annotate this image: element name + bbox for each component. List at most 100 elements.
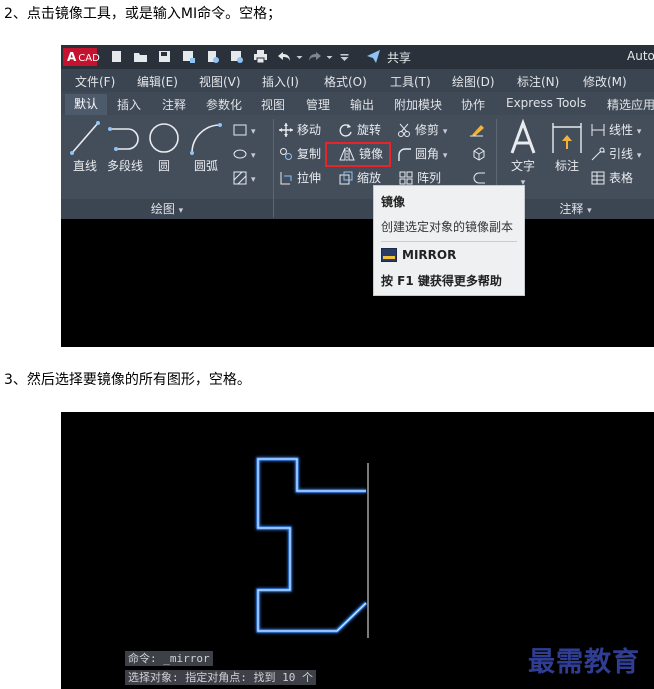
open-folder-icon[interactable] bbox=[133, 49, 148, 64]
rotate-icon bbox=[339, 124, 352, 137]
undo-icon[interactable] bbox=[277, 49, 292, 64]
table-tool[interactable]: 表格 bbox=[591, 169, 633, 187]
polyline-tool-label: 多段线 bbox=[106, 159, 143, 173]
stretch-tool[interactable]: 拉伸 bbox=[279, 169, 321, 187]
fillet-icon bbox=[398, 148, 411, 161]
explode-icon bbox=[473, 147, 485, 161]
tab-parametric[interactable]: 参数化 bbox=[206, 96, 242, 113]
circle-tool-label: 圆 bbox=[157, 159, 170, 173]
tab-addins[interactable]: 附加模块 bbox=[394, 96, 442, 113]
menu-draw[interactable]: 绘图(D) bbox=[452, 73, 495, 90]
watermark-logo: 最需教育 bbox=[528, 640, 652, 678]
quick-access-toolbar: A CAD 共享 Auto bbox=[61, 45, 654, 69]
print-icon[interactable] bbox=[253, 49, 268, 64]
tab-manage[interactable]: 管理 bbox=[306, 96, 330, 113]
tab-featured-apps[interactable]: 精选应用 bbox=[607, 96, 654, 113]
hatch-tool[interactable]: ▾ bbox=[233, 169, 256, 187]
arc-tool-label: 圆弧 bbox=[193, 159, 218, 173]
share-label[interactable]: 共享 bbox=[387, 49, 411, 66]
menu-tools[interactable]: 工具(T) bbox=[390, 73, 431, 90]
circle-icon bbox=[149, 123, 179, 153]
dimension-tool-label: 标注 bbox=[554, 159, 579, 173]
step-1-instruction: 2、点击镜像工具，或是输入MI命令。空格； bbox=[4, 6, 282, 22]
menu-modify[interactable]: 修改(M) bbox=[583, 73, 627, 90]
tab-annotate[interactable]: 注释 bbox=[162, 96, 186, 113]
share-icon[interactable] bbox=[366, 49, 381, 64]
autocad-logo[interactable]: A CAD bbox=[63, 48, 100, 66]
redo-dropdown-icon[interactable] bbox=[322, 49, 333, 64]
erase-icon bbox=[470, 125, 484, 137]
menu-format[interactable]: 格式(O) bbox=[324, 73, 367, 90]
tab-view[interactable]: 视图 bbox=[261, 96, 285, 113]
circle-tool[interactable]: 圆 bbox=[147, 119, 181, 174]
draw-panel-expand-icon[interactable]: ▾ bbox=[179, 206, 184, 216]
table-icon bbox=[591, 171, 605, 185]
watermark-text: 最需教育 bbox=[528, 647, 640, 678]
dimension-tool[interactable]: 标注 bbox=[547, 119, 587, 174]
tab-output[interactable]: 输出 bbox=[350, 96, 374, 113]
rectangle-tool[interactable]: ▾ bbox=[233, 121, 256, 139]
polyline-tool[interactable]: 多段线 bbox=[105, 119, 145, 174]
ellipse-dropdown-icon[interactable]: ▾ bbox=[251, 151, 256, 161]
trim-tool[interactable]: 修剪 ▾ bbox=[397, 121, 447, 139]
tooltip-divider bbox=[381, 241, 517, 242]
tab-home[interactable]: 默认 bbox=[65, 94, 107, 115]
rotate-label: 旋转 bbox=[357, 123, 382, 137]
menu-insert[interactable]: 插入(I) bbox=[262, 73, 299, 90]
menu-view[interactable]: 视图(V) bbox=[199, 73, 241, 90]
linear-tool[interactable]: 线性 ▾ bbox=[591, 121, 641, 139]
fillet-dropdown-icon[interactable]: ▾ bbox=[443, 151, 448, 161]
save-as-icon[interactable] bbox=[181, 49, 196, 64]
trim-icon bbox=[398, 123, 410, 137]
linear-dropdown-icon[interactable]: ▾ bbox=[637, 127, 642, 137]
erase-tool[interactable] bbox=[469, 121, 489, 139]
selected-shape-highlight bbox=[257, 458, 367, 632]
rotate-tool[interactable]: 旋转 bbox=[339, 121, 381, 139]
draw-panel-title[interactable]: 绘图 ▾ bbox=[61, 199, 273, 219]
ribbon-tab-bar: 默认 插入 注释 参数化 视图 管理 输出 附加模块 协作 Express To… bbox=[61, 92, 654, 115]
selected-shape[interactable] bbox=[256, 457, 368, 633]
move-icon bbox=[279, 123, 293, 137]
menu-dimension[interactable]: 标注(N) bbox=[517, 73, 559, 90]
leader-dropdown-icon[interactable]: ▾ bbox=[637, 151, 642, 161]
copy-tool[interactable]: 复制 bbox=[279, 145, 321, 163]
logo-letter: A bbox=[67, 50, 77, 64]
mirror-tooltip: 镜像 创建选定对象的镜像副本 MIRROR 按 F1 键获得更多帮助 bbox=[373, 185, 525, 296]
text-tool[interactable]: 文字 ▾ bbox=[503, 119, 543, 188]
hatch-icon bbox=[233, 171, 247, 185]
explode-tool[interactable] bbox=[471, 145, 491, 163]
redo-icon[interactable] bbox=[307, 49, 322, 64]
menu-edit[interactable]: 编辑(E) bbox=[137, 73, 178, 90]
offset-icon bbox=[473, 172, 485, 184]
command-line-icon bbox=[381, 248, 397, 262]
new-file-icon[interactable] bbox=[109, 49, 124, 64]
menu-file[interactable]: 文件(F) bbox=[75, 73, 115, 90]
customize-toolbar-icon[interactable] bbox=[337, 49, 349, 64]
save-web-icon[interactable] bbox=[229, 49, 244, 64]
open-web-icon[interactable] bbox=[205, 49, 220, 64]
arc-tool[interactable]: 圆弧 bbox=[187, 119, 225, 174]
tab-express-tools[interactable]: Express Tools bbox=[506, 96, 586, 110]
save-icon[interactable] bbox=[157, 49, 172, 64]
annotation-panel-expand-icon[interactable]: ▾ bbox=[587, 206, 592, 216]
command-history-line-2: 选择对象: 指定对角点: 找到 10 个 bbox=[125, 670, 316, 685]
move-tool[interactable]: 移动 bbox=[279, 121, 321, 139]
annotation-panel-title-text: 注释 bbox=[559, 202, 584, 216]
tab-collaborate[interactable]: 协作 bbox=[461, 96, 485, 113]
undo-dropdown-icon[interactable] bbox=[292, 49, 303, 64]
leader-tool[interactable]: 引线 ▾ bbox=[591, 145, 641, 163]
dimension-icon bbox=[552, 123, 582, 153]
line-tool[interactable]: 直线 bbox=[67, 119, 103, 174]
copy-icon bbox=[280, 148, 292, 160]
step-2-instruction: 3、然后选择要镜像的所有图形，空格。 bbox=[4, 372, 251, 388]
autocad-ribbon-screenshot: A CAD 共享 Auto 文件(F) 编辑(E) 视图(V) 插入(I) 格式… bbox=[61, 45, 654, 347]
text-icon bbox=[510, 119, 536, 154]
tab-insert[interactable]: 插入 bbox=[117, 96, 141, 113]
rectangle-icon bbox=[233, 124, 247, 136]
trim-dropdown-icon[interactable]: ▾ bbox=[443, 127, 448, 137]
rectangle-dropdown-icon[interactable]: ▾ bbox=[251, 127, 256, 137]
hatch-dropdown-icon[interactable]: ▾ bbox=[251, 175, 256, 185]
ellipse-tool[interactable]: ▾ bbox=[233, 145, 256, 163]
fillet-tool[interactable]: 圆角 ▾ bbox=[397, 145, 447, 163]
array-label: 阵列 bbox=[417, 171, 442, 185]
